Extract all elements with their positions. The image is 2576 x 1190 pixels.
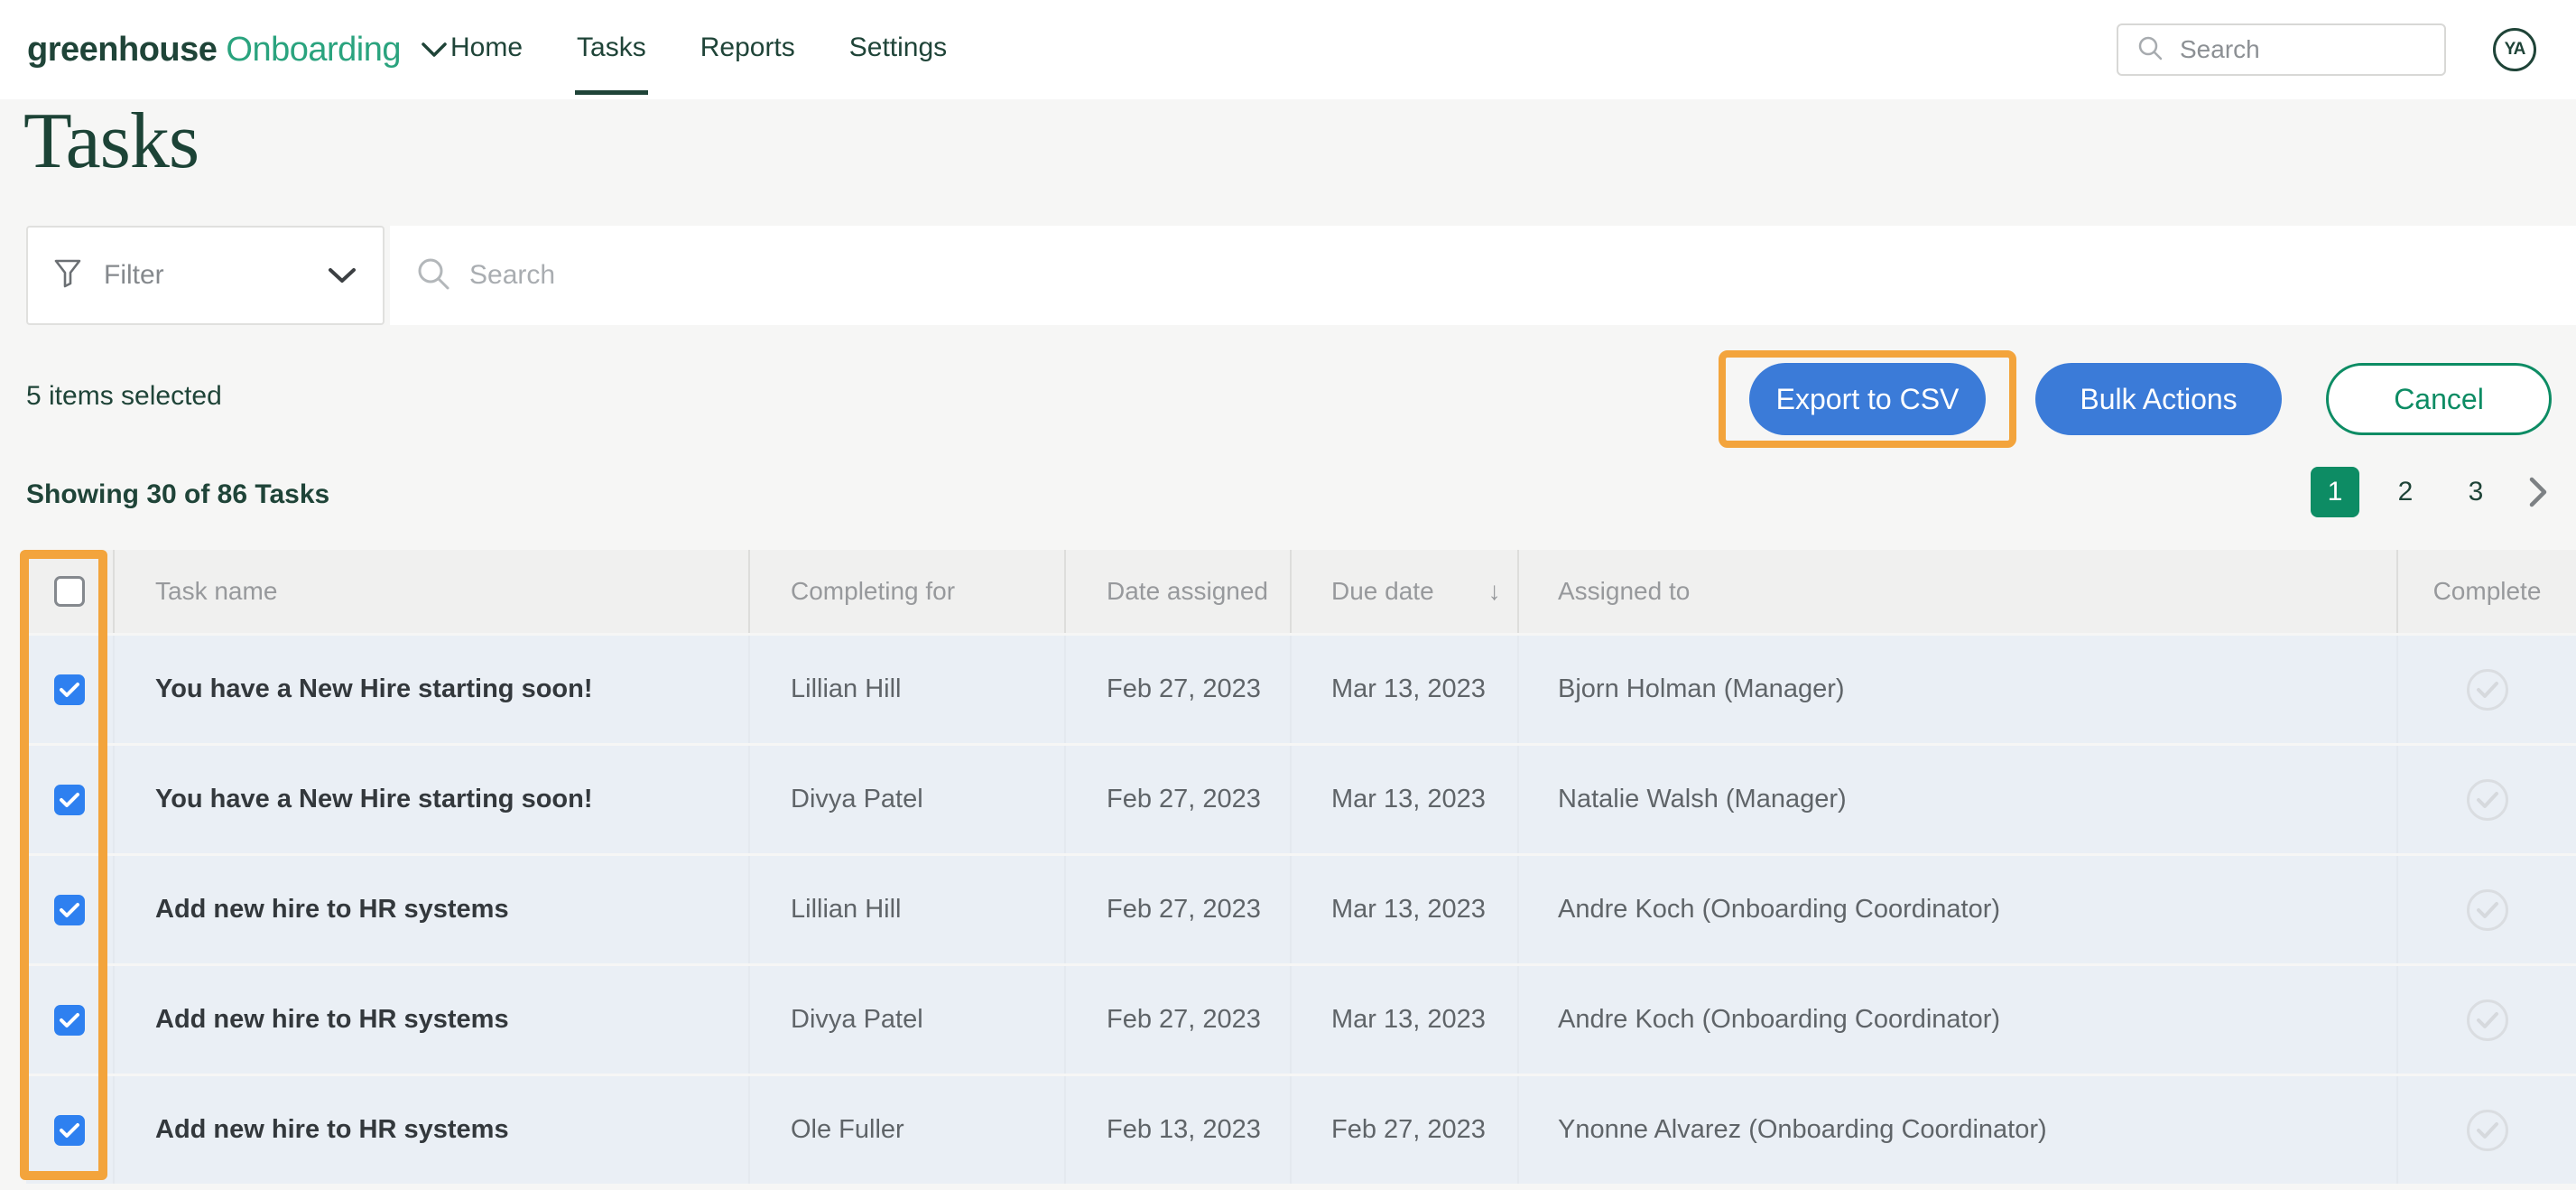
table-header-row: Task name Completing for Date assigned D…	[26, 550, 2576, 633]
selection-action-row: 5 items selected Export to CSV Bulk Acti…	[0, 349, 2576, 448]
assigned-to: Ynonne Alvarez (Onboarding Coordinator)	[1558, 1115, 2047, 1144]
row-checkbox[interactable]	[54, 1114, 85, 1146]
mark-complete-icon[interactable]	[2466, 888, 2508, 931]
select-all-checkbox[interactable]	[54, 576, 85, 607]
logo-secondary: Onboarding	[226, 30, 401, 69]
main-nav: Home Tasks Reports Settings	[449, 0, 949, 99]
date-assigned: Feb 27, 2023	[1107, 785, 1261, 813]
tasks-search-input[interactable]: Search	[390, 226, 2576, 325]
assigned-to: Bjorn Holman (Manager)	[1558, 674, 1845, 703]
tasks-search-placeholder: Search	[469, 260, 556, 290]
search-icon	[2136, 34, 2164, 66]
table-row: Add new hire to HR systems Ole Fuller Fe…	[26, 1076, 2576, 1184]
row-checkbox[interactable]	[54, 674, 85, 705]
search-icon	[415, 256, 451, 296]
column-header-due-date[interactable]: Due date	[1331, 577, 1434, 606]
task-name[interactable]: You have a New Hire starting soon!	[155, 674, 593, 704]
pagination: 1 2 3	[2311, 465, 2554, 519]
filter-chevron-down-icon	[327, 266, 357, 284]
export-to-csv-button[interactable]: Export to CSV	[1749, 363, 1986, 435]
date-assigned: Feb 13, 2023	[1107, 1115, 1261, 1144]
completing-for: Lillian Hill	[791, 674, 902, 703]
due-date: Mar 13, 2023	[1331, 895, 1486, 924]
mark-complete-icon[interactable]	[2466, 999, 2508, 1041]
due-date: Mar 13, 2023	[1331, 674, 1486, 703]
mark-complete-icon[interactable]	[2466, 778, 2508, 821]
completing-for: Divya Patel	[791, 1005, 923, 1034]
row-checkbox[interactable]	[54, 894, 85, 925]
table-row: You have a New Hire starting soon! Lilli…	[26, 636, 2576, 743]
date-assigned: Feb 27, 2023	[1107, 895, 1261, 924]
avatar-initials: YA	[2504, 40, 2526, 59]
completing-for: Ole Fuller	[791, 1115, 904, 1144]
due-date: Feb 27, 2023	[1331, 1115, 1486, 1144]
page-title: Tasks	[23, 98, 199, 185]
nav-settings[interactable]: Settings	[848, 5, 949, 95]
due-date: Mar 13, 2023	[1331, 1005, 1486, 1034]
tasks-table: Task name Completing for Date assigned D…	[26, 550, 2576, 1184]
table-row: You have a New Hire starting soon! Divya…	[26, 746, 2576, 853]
showing-count: Showing 30 of 86 Tasks	[26, 479, 330, 509]
logo-primary: greenhouse	[27, 30, 218, 69]
tasks-page: greenhouse Onboarding Home Tasks Reports…	[0, 0, 2576, 1190]
task-name[interactable]: Add new hire to HR systems	[155, 1115, 509, 1145]
assigned-to: Andre Koch (Onboarding Coordinator)	[1558, 895, 2001, 924]
top-navigation-bar: greenhouse Onboarding Home Tasks Reports…	[0, 0, 2576, 99]
column-header-completing-for[interactable]: Completing for	[791, 577, 955, 606]
global-search-input[interactable]: Search	[2117, 23, 2446, 76]
column-header-assigned-to[interactable]: Assigned to	[1558, 577, 1690, 606]
task-name[interactable]: Add new hire to HR systems	[155, 895, 509, 925]
mark-complete-icon[interactable]	[2466, 1109, 2508, 1151]
mark-complete-icon[interactable]	[2466, 668, 2508, 711]
cancel-button[interactable]: Cancel	[2326, 363, 2552, 435]
completing-for: Divya Patel	[791, 785, 923, 813]
date-assigned: Feb 27, 2023	[1107, 1005, 1261, 1034]
filter-bar: Filter Search	[0, 226, 2576, 325]
task-name[interactable]: You have a New Hire starting soon!	[155, 785, 593, 814]
row-checkbox[interactable]	[54, 784, 85, 815]
filter-dropdown[interactable]: Filter	[26, 226, 385, 325]
nav-tasks[interactable]: Tasks	[575, 5, 648, 95]
assigned-to: Natalie Walsh (Manager)	[1558, 785, 1847, 813]
column-header-task-name[interactable]: Task name	[155, 577, 277, 606]
task-name[interactable]: Add new hire to HR systems	[155, 1005, 509, 1035]
nav-home[interactable]: Home	[449, 5, 524, 95]
bulk-actions-button[interactable]: Bulk Actions	[2035, 363, 2282, 435]
user-avatar[interactable]: YA	[2493, 28, 2536, 71]
page-1-button[interactable]: 1	[2311, 467, 2359, 517]
assigned-to: Andre Koch (Onboarding Coordinator)	[1558, 1005, 2001, 1034]
page-2-button[interactable]: 2	[2381, 467, 2430, 517]
page-3-button[interactable]: 3	[2451, 467, 2500, 517]
sort-descending-icon[interactable]: ↓	[1488, 577, 1501, 606]
filter-label: Filter	[104, 260, 164, 290]
table-row: Add new hire to HR systems Lillian Hill …	[26, 856, 2576, 963]
column-header-complete: Complete	[2432, 577, 2542, 605]
global-search-placeholder: Search	[2180, 35, 2260, 63]
row-checkbox[interactable]	[54, 1004, 85, 1036]
table-row: Add new hire to HR systems Divya Patel F…	[26, 966, 2576, 1074]
selected-count: 5 items selected	[26, 381, 222, 411]
nav-reports[interactable]: Reports	[699, 5, 797, 95]
filter-funnel-icon	[53, 258, 82, 293]
due-date: Mar 13, 2023	[1331, 785, 1486, 813]
results-summary-row: Showing 30 of 86 Tasks 1 2 3	[0, 465, 2576, 523]
date-assigned: Feb 27, 2023	[1107, 674, 1261, 703]
column-header-date-assigned[interactable]: Date assigned	[1107, 577, 1268, 606]
completing-for: Lillian Hill	[791, 895, 902, 924]
greenhouse-logo[interactable]: greenhouse Onboarding	[27, 0, 448, 99]
next-page-chevron-icon[interactable]	[2522, 476, 2554, 508]
chevron-down-icon[interactable]	[421, 42, 448, 58]
